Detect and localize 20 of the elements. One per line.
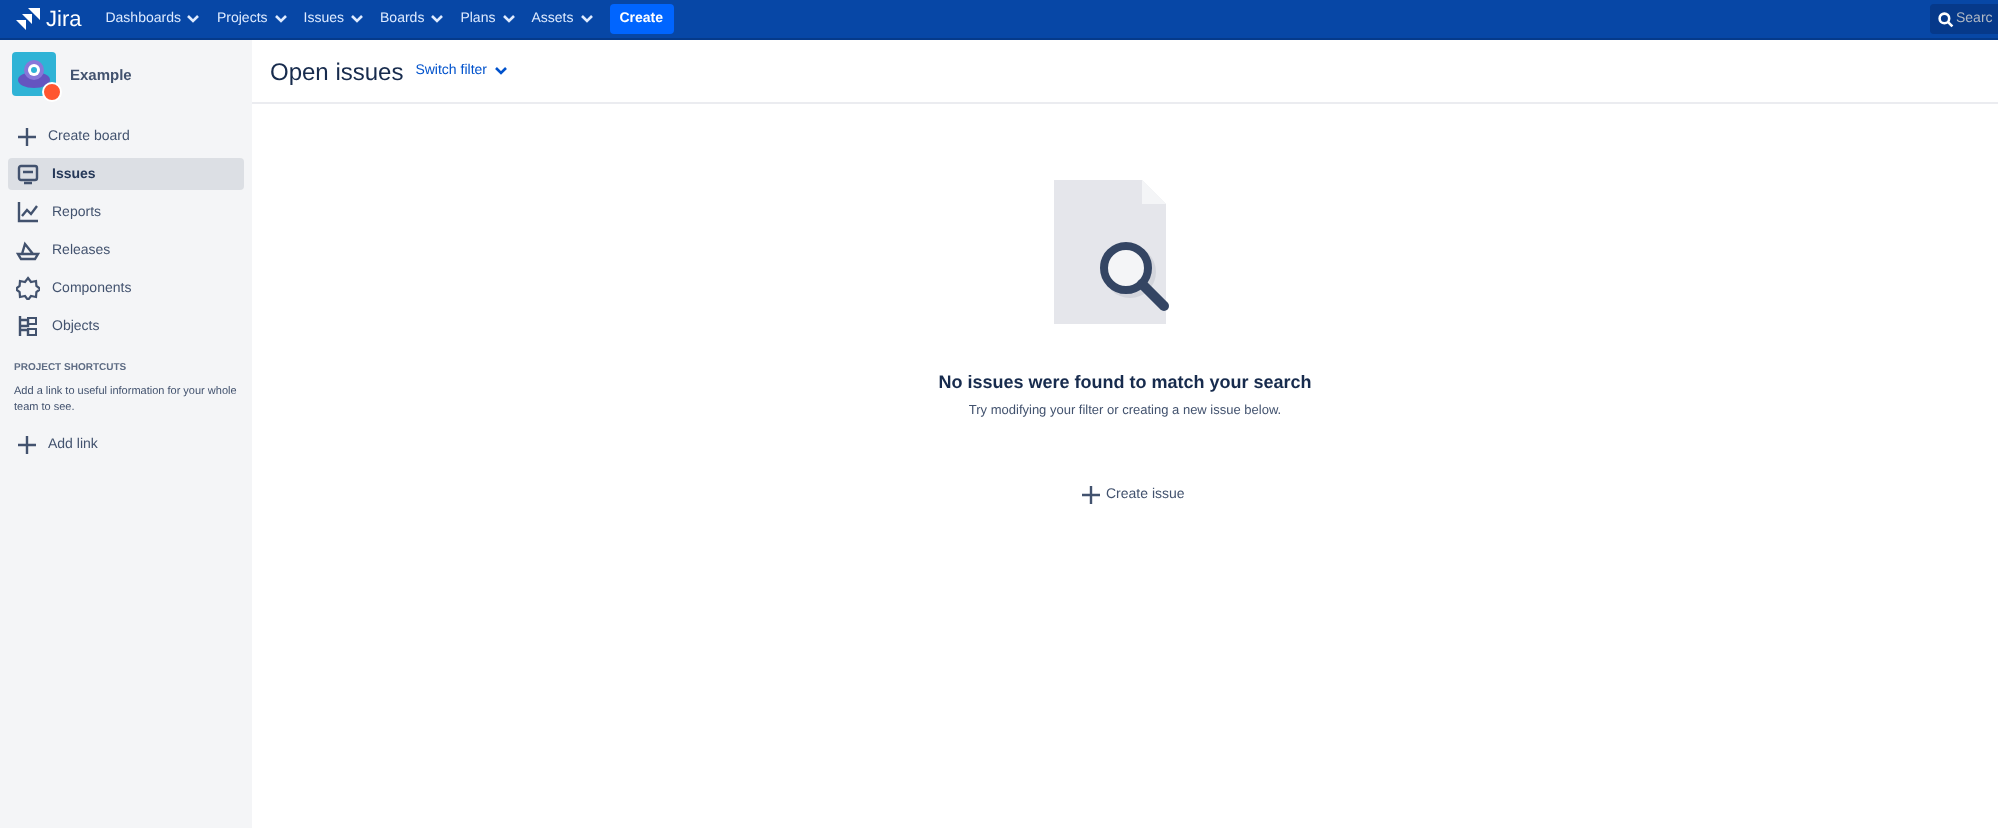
caret-icon — [493, 66, 507, 76]
tree-icon — [16, 314, 40, 338]
boat-icon — [16, 238, 40, 262]
page-title: Open issues — [270, 57, 404, 85]
caret-icon — [501, 14, 516, 24]
caret-icon — [430, 14, 445, 24]
plus-icon — [1082, 486, 1100, 504]
logo-icon — [16, 7, 40, 31]
caret-icon — [273, 14, 288, 24]
monitor-icon — [16, 162, 40, 186]
jira-logo[interactable]: Jira — [16, 7, 82, 31]
gear-icon — [16, 276, 40, 300]
empty-state-heading: No issues were found to match your search — [938, 372, 1312, 392]
caret-icon — [350, 14, 365, 24]
caret-icon — [186, 14, 201, 24]
project-avatar — [12, 52, 56, 96]
plus-icon — [18, 127, 36, 145]
plus-icon — [18, 435, 36, 453]
caret-icon — [579, 14, 594, 24]
chart-icon — [16, 200, 40, 224]
